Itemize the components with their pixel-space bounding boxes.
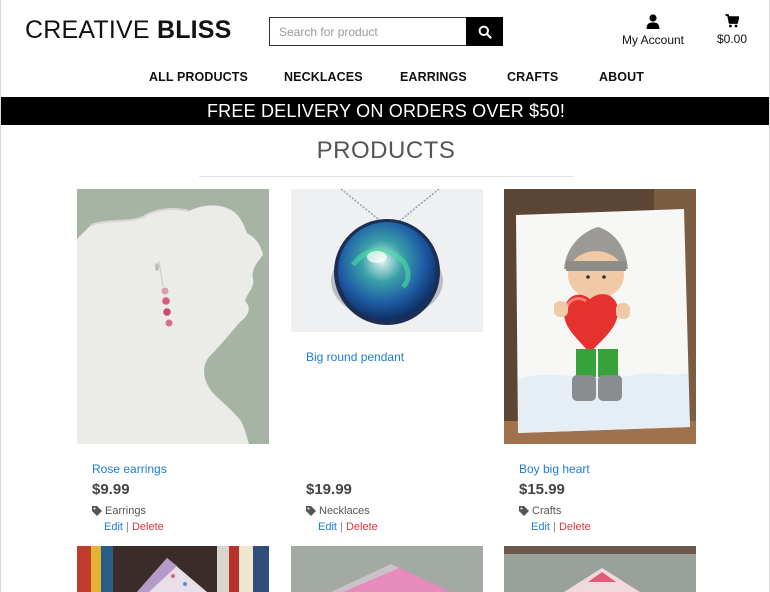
tag-icon [519,506,529,516]
product-name-link[interactable]: Big round pendant [306,350,404,364]
product-name-link[interactable]: Boy big heart [519,462,590,476]
product-actions: Edit | Delete [104,521,164,533]
product-card: Boy big heart $15.99 Crafts Edit | Delet… [504,189,696,549]
product-card: Rose earrings $9.99 Earrings Edit | Dele… [77,189,269,549]
main-nav: ALL PRODUCTS NECKLACES EARRINGS CRAFTS A… [1,70,769,84]
product-name-link[interactable]: Rose earrings [92,462,167,476]
nav-crafts[interactable]: CRAFTS [507,70,558,84]
product-category[interactable]: Crafts [519,505,561,517]
brand-part2: BLISS [156,16,232,44]
delete-link[interactable]: Delete [346,521,378,533]
delete-link[interactable]: Delete [132,521,164,533]
nav-necklaces[interactable]: NECKLACES [284,70,363,84]
product-category-label: Necklaces [319,505,370,517]
delivery-banner: FREE DELIVERY ON ORDERS OVER $50! [1,97,769,125]
title-divider [199,176,573,177]
search-input[interactable] [269,17,466,46]
product-image[interactable] [77,189,269,444]
product-price: $19.99 [306,481,352,498]
brand-logo[interactable]: CREATIVE BLISS [25,16,232,45]
delete-link[interactable]: Delete [559,521,591,533]
product-actions: Edit | Delete [318,521,378,533]
brand-part1: CREATIVE [25,16,150,44]
my-account-link[interactable]: My Account [617,14,689,47]
edit-link[interactable]: Edit [318,521,337,533]
search-button[interactable] [466,17,503,46]
product-price: $9.99 [92,481,130,498]
tag-icon [92,506,102,516]
action-separator: | [553,521,556,533]
product-category[interactable]: Earrings [92,505,146,517]
product-image[interactable] [504,189,696,444]
tag-icon [306,506,316,516]
product-price: $15.99 [519,481,565,498]
search-bar [269,17,503,46]
product-category[interactable]: Necklaces [306,505,370,517]
my-account-label: My Account [621,33,685,47]
product-category-label: Crafts [532,505,562,517]
product-actions: Edit | Delete [531,521,591,533]
page: CREATIVE BLISS My Account $0.00 ALL [0,0,770,592]
action-separator: | [340,521,343,533]
search-icon [478,25,492,39]
nav-all-products[interactable]: ALL PRODUCTS [149,70,248,84]
product-image[interactable] [291,546,483,592]
edit-link[interactable]: Edit [104,521,123,533]
product-category-label: Earrings [105,505,146,517]
nav-about[interactable]: ABOUT [599,70,644,84]
product-card: Big round pendant $19.99 Necklaces Edit … [291,189,483,549]
edit-link[interactable]: Edit [531,521,550,533]
cart-icon [725,14,739,28]
action-separator: | [126,521,129,533]
product-image[interactable] [291,189,483,332]
nav-earrings[interactable]: EARRINGS [400,70,467,84]
user-icon [646,14,660,29]
page-title: PRODUCTS [316,137,456,164]
bag-total: $0.00 [716,32,748,46]
product-image[interactable] [77,546,269,592]
shopping-bag-link[interactable]: $0.00 [707,14,757,46]
product-image[interactable] [504,546,696,592]
